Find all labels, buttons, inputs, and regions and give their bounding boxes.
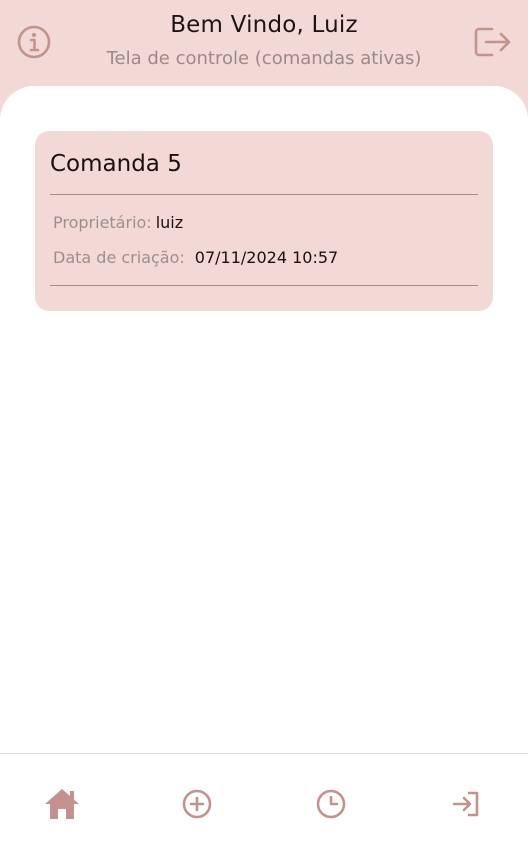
nav-login[interactable] <box>446 784 486 824</box>
page-subtitle: Tela de controle (comandas ativas) <box>106 48 422 69</box>
nav-home[interactable] <box>42 784 82 824</box>
card-divider-bottom <box>50 285 478 286</box>
comanda-card[interactable]: Comanda 5 Proprietário: luiz Data de cria… <box>35 131 493 311</box>
page-title: Bem Vindo, Luiz <box>170 12 358 38</box>
app-header: Bem Vindo, Luiz Tela de controle (comand… <box>0 0 528 100</box>
owner-label: Proprietário: <box>53 213 152 232</box>
main-content: Comanda 5 Proprietário: luiz Data de cria… <box>0 86 528 753</box>
created-row: Data de criação: 07/11/2024 10:57 <box>53 248 338 267</box>
card-divider-top <box>50 194 478 195</box>
plus-circle-icon <box>182 789 212 819</box>
logout-icon <box>474 27 511 57</box>
home-icon <box>45 789 79 819</box>
logout-button[interactable] <box>472 22 512 62</box>
clock-icon <box>316 789 346 819</box>
created-value: 07/11/2024 10:57 <box>194 248 339 267</box>
created-label: Data de criação: <box>53 248 185 267</box>
bottom-nav <box>0 753 528 851</box>
owner-value: luiz <box>155 213 184 232</box>
nav-new-comanda[interactable] <box>177 784 217 824</box>
comanda-title: Comanda 5 <box>50 151 182 177</box>
login-icon <box>452 791 479 817</box>
nav-history[interactable] <box>311 784 351 824</box>
owner-row: Proprietário: luiz <box>53 213 183 232</box>
